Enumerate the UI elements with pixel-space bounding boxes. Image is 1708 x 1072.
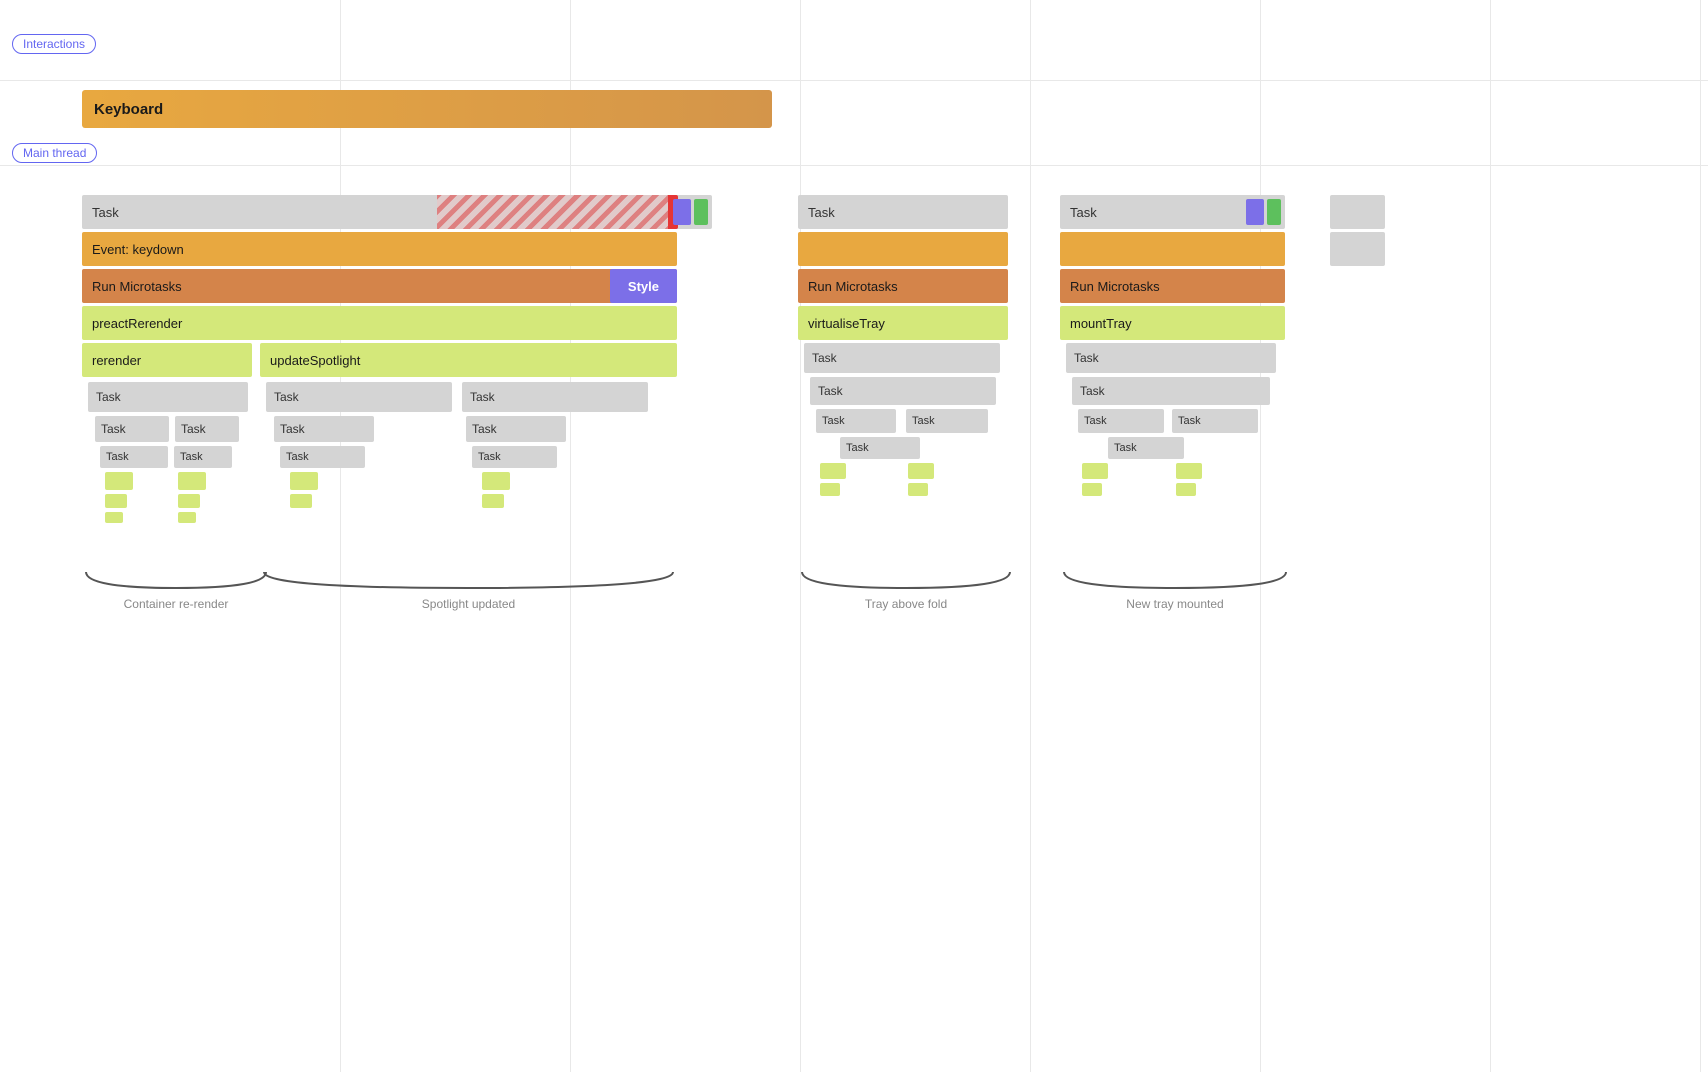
l6-g2 <box>178 494 200 508</box>
r2-g3 <box>1082 483 1102 496</box>
l3-t3: Task <box>274 416 374 442</box>
rerender-task1: Task <box>88 382 248 412</box>
bracket-tray-above <box>798 570 1014 592</box>
l5-g4 <box>482 472 510 490</box>
l7-g2 <box>178 512 196 523</box>
r2-task3b: Task <box>1172 409 1258 433</box>
l3-t1: Task <box>95 416 169 442</box>
timeline-scene: Task Event: keydown Run Microtasks Style… <box>0 195 1708 1072</box>
l6-g3 <box>290 494 312 508</box>
keyboard-bar: Keyboard <box>82 90 772 128</box>
l4-t1: Task <box>100 446 168 468</box>
l7-g1 <box>105 512 123 523</box>
r2-g1 <box>1082 463 1108 479</box>
r2-g2 <box>1176 463 1202 479</box>
rerender-bar: rerender <box>82 343 252 377</box>
right2-microtasks-bar: Run Microtasks <box>1060 269 1285 303</box>
bracket-new-tray-label: New tray mounted <box>1060 597 1290 611</box>
keyboard-label: Keyboard <box>94 101 163 118</box>
r2-task3a: Task <box>1078 409 1164 433</box>
right1-virtualise-bar: virtualiseTray <box>798 306 1008 340</box>
right1-event-bar <box>798 232 1008 266</box>
left-task-bar: Task <box>82 195 712 229</box>
right2-task-bar: Task <box>1060 195 1285 229</box>
right2-mount-bar: mountTray <box>1060 306 1285 340</box>
bracket-spotlight-label: Spotlight updated <box>260 597 677 611</box>
bracket-new-tray <box>1060 570 1290 592</box>
update-spotlight-bar: updateSpotlight <box>260 343 677 377</box>
right1-task-bar: Task <box>798 195 1008 229</box>
l3-t2: Task <box>175 416 239 442</box>
bracket-container-label: Container re-render <box>82 597 270 611</box>
r1-task4: Task <box>840 437 920 459</box>
r1-task3a: Task <box>816 409 896 433</box>
right1-microtasks-bar: Run Microtasks <box>798 269 1008 303</box>
l5-g3 <box>290 472 318 490</box>
main-thread-label: Main thread <box>12 143 97 163</box>
l5-g1 <box>105 472 133 490</box>
task-bar-small-indicators <box>673 199 708 225</box>
r1-g3 <box>820 483 840 496</box>
event-keydown-bar: Event: keydown <box>82 232 677 266</box>
main-thread-badge[interactable]: Main thread <box>12 143 97 163</box>
r2-task2: Task <box>1072 377 1270 405</box>
bracket-tray-above-label: Tray above fold <box>798 597 1014 611</box>
l5-g2 <box>178 472 206 490</box>
right3-small-bar <box>1330 195 1385 229</box>
bracket-spotlight <box>260 570 677 592</box>
right3-event-bar <box>1330 232 1385 266</box>
r2-g4 <box>1176 483 1196 496</box>
r2-task4: Task <box>1108 437 1184 459</box>
r1-task1: Task <box>804 343 1000 373</box>
style-badge: Style <box>610 269 677 303</box>
bracket-container-rerender <box>82 570 270 592</box>
l3-t4: Task <box>466 416 566 442</box>
r1-g1 <box>820 463 846 479</box>
r1-task2: Task <box>810 377 996 405</box>
l4-t2: Task <box>174 446 232 468</box>
spotlight-task1: Task <box>266 382 452 412</box>
right2-small-indicators <box>1246 199 1281 225</box>
l4-t3: Task <box>280 446 365 468</box>
r2-task1: Task <box>1066 343 1276 373</box>
r1-task3b: Task <box>906 409 988 433</box>
striped-overlay <box>437 195 672 229</box>
preact-rerender-bar: preactRerender <box>82 306 677 340</box>
interactions-badge[interactable]: Interactions <box>12 34 96 54</box>
l6-g4 <box>482 494 504 508</box>
r1-g2 <box>908 463 934 479</box>
run-microtasks-bar: Run Microtasks Style <box>82 269 677 303</box>
spotlight-task2: Task <box>462 382 648 412</box>
right2-event-bar <box>1060 232 1285 266</box>
interactions-label: Interactions <box>12 34 96 54</box>
l4-t4: Task <box>472 446 557 468</box>
l6-g1 <box>105 494 127 508</box>
r1-g4 <box>908 483 928 496</box>
